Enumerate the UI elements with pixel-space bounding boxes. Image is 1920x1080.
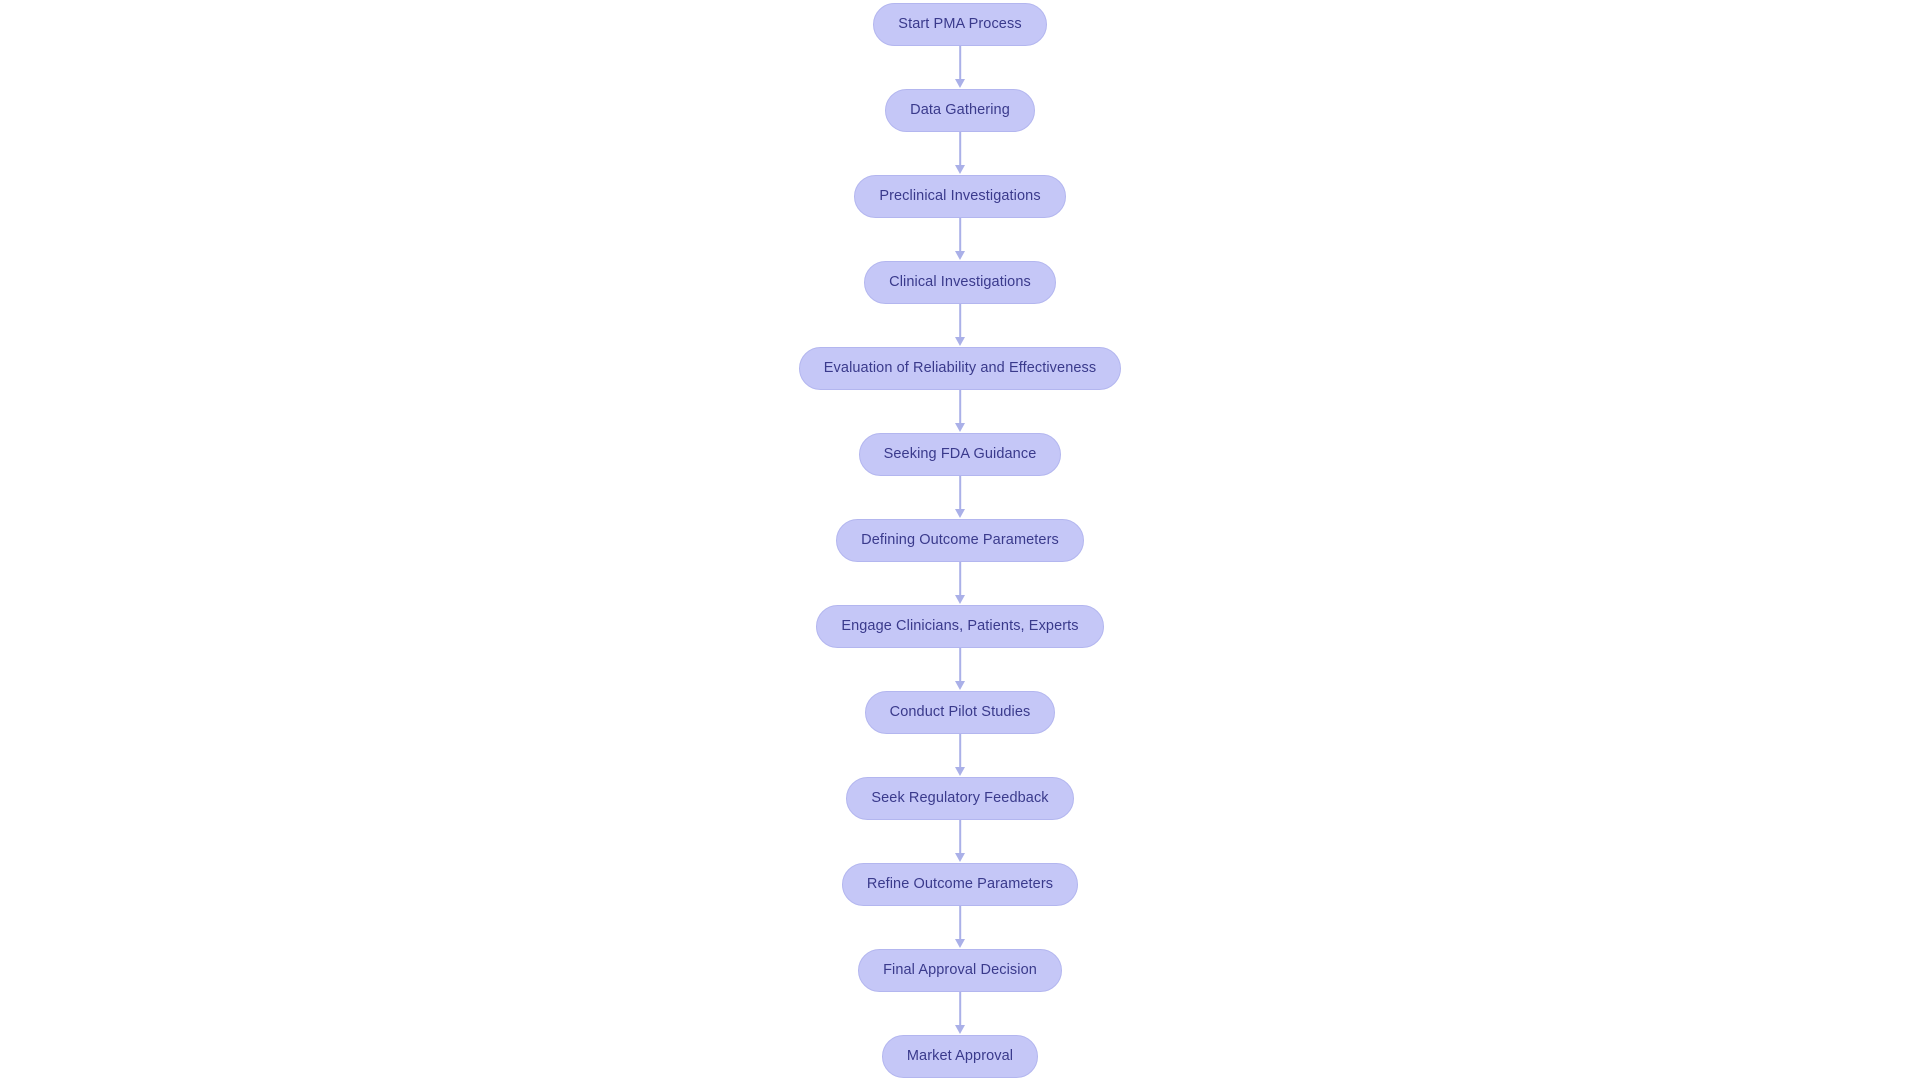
arrow-head-icon — [955, 595, 965, 604]
arrow-head-icon — [955, 165, 965, 174]
arrow-head-icon — [955, 939, 965, 948]
arrow-head-icon — [955, 1025, 965, 1034]
connector-line — [959, 734, 961, 768]
arrow-head-icon — [955, 337, 965, 346]
flow-edge-seeking-fda-guidance-to-defining-outcome-parameters — [951, 476, 969, 519]
arrow-head-icon — [955, 509, 965, 518]
flow-edge-conduct-pilot-studies-to-seek-regulatory-feedback — [951, 734, 969, 777]
flow-node-conduct-pilot-studies[interactable]: Conduct Pilot Studies — [864, 691, 1056, 734]
connector-line — [959, 476, 961, 510]
flow-node-seeking-fda-guidance[interactable]: Seeking FDA Guidance — [858, 433, 1062, 476]
flow-edge-evaluation-of-reliability-and-effectiveness-to-seeking-fda-guidance — [951, 390, 969, 433]
arrow-head-icon — [955, 767, 965, 776]
flow-node-engage-clinicians-patients-experts[interactable]: Engage Clinicians, Patients, Experts — [816, 605, 1104, 648]
flowchart-canvas: Start PMA Process Data Gathering Preclinic… — [0, 0, 1920, 1080]
connector-line — [959, 992, 961, 1026]
connector-line — [959, 132, 961, 166]
arrow-head-icon — [955, 79, 965, 88]
flow-node-market-approval[interactable]: Market Approval — [881, 1035, 1039, 1078]
connector-line — [959, 46, 961, 80]
connector-line — [959, 218, 961, 252]
flow-edge-engage-clinicians-patients-experts-to-conduct-pilot-studies — [951, 648, 969, 691]
flow-node-refine-outcome-parameters[interactable]: Refine Outcome Parameters — [841, 863, 1079, 906]
flow-edge-seek-regulatory-feedback-to-refine-outcome-parameters — [951, 820, 969, 863]
arrow-head-icon — [955, 251, 965, 260]
connector-line — [959, 648, 961, 682]
arrow-head-icon — [955, 423, 965, 432]
flow-edge-preclinical-investigations-to-clinical-investigations — [951, 218, 969, 261]
flow-node-final-approval-decision[interactable]: Final Approval Decision — [858, 949, 1062, 992]
flow-node-defining-outcome-parameters[interactable]: Defining Outcome Parameters — [836, 519, 1084, 562]
flow-edge-clinical-investigations-to-evaluation-of-reliability-and-effectiveness — [951, 304, 969, 347]
arrow-head-icon — [955, 853, 965, 862]
connector-line — [959, 390, 961, 424]
flow-edge-defining-outcome-parameters-to-engage-clinicians-patients-experts — [951, 562, 969, 605]
flow-node-preclinical-investigations[interactable]: Preclinical Investigations — [854, 175, 1066, 218]
connector-line — [959, 562, 961, 596]
flow-edge-data-gathering-to-preclinical-investigations — [951, 132, 969, 175]
flow-edge-final-approval-decision-to-market-approval — [951, 992, 969, 1035]
connector-line — [959, 304, 961, 338]
arrow-head-icon — [955, 681, 965, 690]
flow-edge-start-pma-process-to-data-gathering — [951, 46, 969, 89]
connector-line — [959, 820, 961, 854]
flow-edge-refine-outcome-parameters-to-final-approval-decision — [951, 906, 969, 949]
flow-node-seek-regulatory-feedback[interactable]: Seek Regulatory Feedback — [846, 777, 1074, 820]
flow-node-clinical-investigations[interactable]: Clinical Investigations — [864, 261, 1056, 304]
flow-node-data-gathering[interactable]: Data Gathering — [885, 89, 1035, 132]
flowchart-node-column: Start PMA Process Data Gathering Preclinic… — [0, 3, 1920, 1078]
flow-node-start-pma-process[interactable]: Start PMA Process — [873, 3, 1047, 46]
connector-line — [959, 906, 961, 940]
flow-node-evaluation-of-reliability-and-effectiveness[interactable]: Evaluation of Reliability and Effectiven… — [798, 347, 1122, 390]
